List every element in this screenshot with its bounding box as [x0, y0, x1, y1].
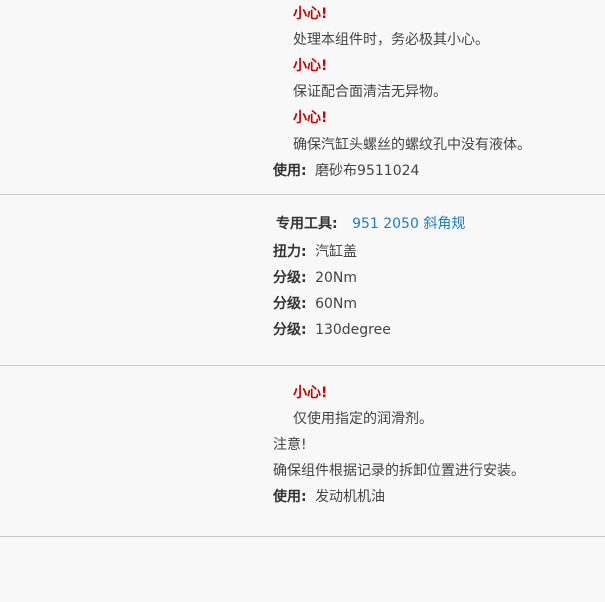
caution-title: 小心! [293, 6, 328, 22]
caution-title: 小心! [293, 385, 328, 401]
caution-text: 处理本组件时，务必极其小心。 [293, 32, 489, 48]
special-tool-link[interactable]: 951 2050 斜角规 [352, 216, 465, 232]
use-label: 使用: [273, 489, 307, 505]
caution-title: 小心! [293, 110, 328, 126]
special-tool-label: 专用工具: [276, 216, 338, 232]
grade-value: 20Nm [315, 270, 357, 286]
torque-row: 扭力: 汽缸盖 [273, 242, 357, 262]
caution-text: 保证配合面清洁无异物。 [293, 84, 447, 100]
procedure-page: 小心! 处理本组件时，务必极其小心。 小心! 保证配合面清洁无异物。 小心! 确… [0, 0, 605, 602]
section-divider [0, 194, 605, 195]
use-value: 磨砂布9511024 [315, 163, 420, 179]
note-title: 注意! [273, 437, 307, 453]
use-value: 发动机机油 [315, 489, 386, 505]
grade-row: 分级: 60Nm [273, 294, 357, 314]
use-row: 使用: 发动机机油 [273, 487, 385, 507]
grade-row: 分级: 20Nm [273, 268, 357, 288]
use-row: 使用: 磨砂布9511024 [273, 161, 419, 181]
grade-label: 分级: [273, 296, 307, 312]
grade-value: 130degree [315, 322, 391, 338]
caution-text: 仅使用指定的润滑剂。 [293, 411, 433, 427]
grade-label: 分级: [273, 270, 307, 286]
section-divider [0, 365, 605, 366]
grade-value: 60Nm [315, 296, 357, 312]
note-text: 确保组件根据记录的拆卸位置进行安装。 [273, 463, 525, 479]
use-label: 使用: [273, 163, 307, 179]
caution-title: 小心! [293, 58, 328, 74]
caution-text: 确保汽缸头螺丝的螺纹孔中没有液体。 [293, 137, 531, 153]
grade-row: 分级: 130degree [273, 320, 391, 340]
special-tool-row: 专用工具: 951 2050 斜角规 [276, 214, 465, 234]
section-divider [0, 536, 605, 537]
torque-value: 汽缸盖 [315, 244, 358, 260]
torque-label: 扭力: [273, 244, 307, 260]
grade-label: 分级: [273, 322, 307, 338]
